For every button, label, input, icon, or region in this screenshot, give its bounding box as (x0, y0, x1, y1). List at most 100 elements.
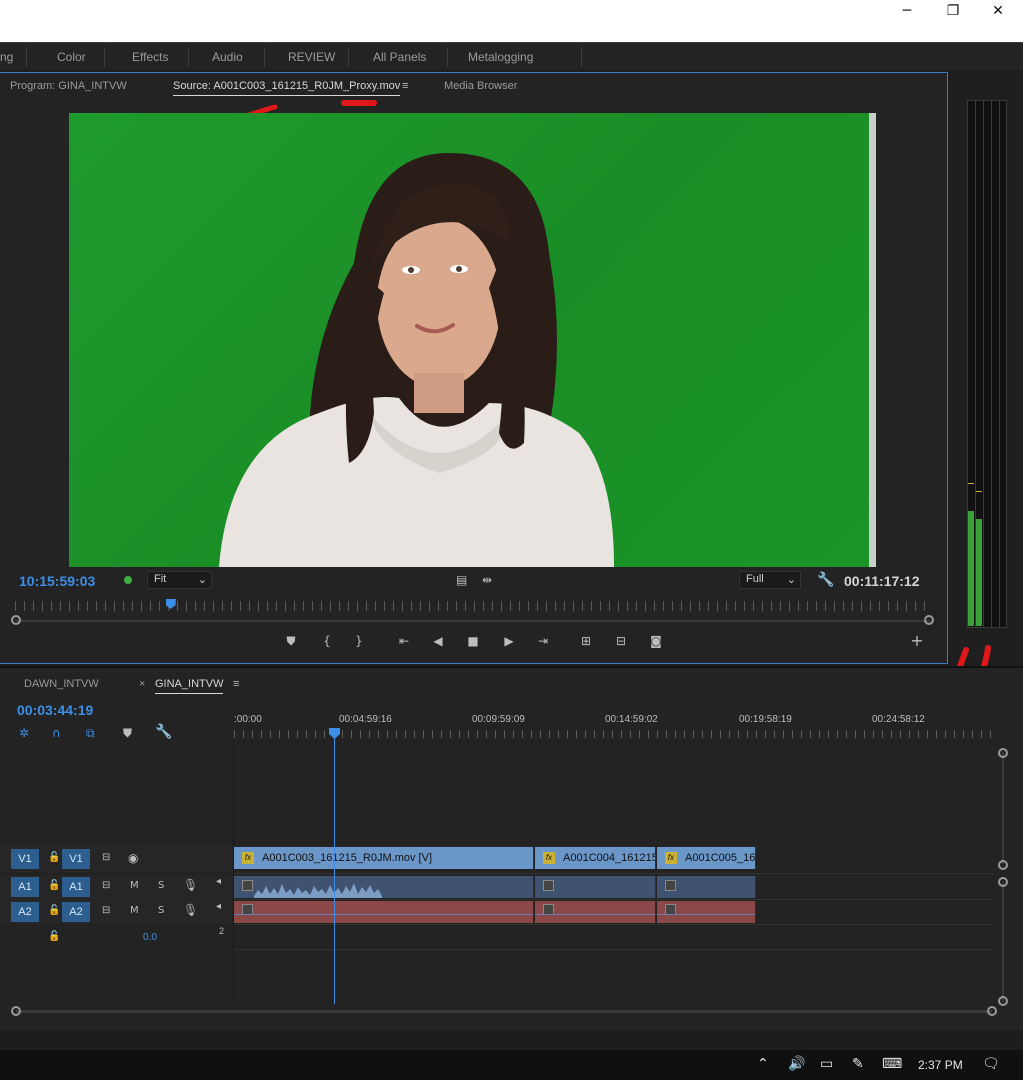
snap-magnet-icon[interactable]: ∩ (52, 726, 61, 740)
sync-lock-icon[interactable]: ⊟ (102, 852, 110, 863)
workspace-color[interactable]: Color (57, 50, 86, 64)
workspace-editing[interactable]: ng (0, 50, 13, 64)
timeline-timecode[interactable]: 00:03:44:19 (17, 702, 93, 718)
panel-menu-icon[interactable]: ≡ (402, 80, 408, 92)
master-volume-value[interactable]: 0.0 (143, 932, 157, 943)
step-forward-icon[interactable]: ▶ (500, 632, 518, 650)
scroll-handle[interactable] (998, 748, 1008, 758)
close-tab-icon[interactable]: × (139, 678, 145, 690)
export-frame-icon[interactable]: ◙ (647, 632, 665, 650)
go-to-in-icon[interactable]: ⇤ (395, 632, 413, 650)
audio-tracks-scrollbar[interactable] (1002, 882, 1004, 1002)
source-playhead-timecode[interactable]: 10:15:59:03 (19, 573, 95, 589)
resolution-select[interactable]: Full ⌄ (739, 571, 801, 589)
mark-out-icon[interactable]: } (350, 632, 368, 650)
lock-icon[interactable]: 🔓 (48, 880, 60, 891)
scroll-handle-left[interactable] (11, 1006, 21, 1016)
collapse-arrow-icon[interactable]: ◂ (216, 876, 221, 887)
scroll-handle-left[interactable] (11, 615, 21, 625)
audio-meter-panel (950, 72, 1023, 681)
pen-icon[interactable]: ✎ (852, 1056, 864, 1072)
drag-handle-icon[interactable]: ⇹ (482, 573, 492, 587)
volume-rubberband[interactable] (234, 914, 533, 915)
workspace-metalogging[interactable]: Metalogging (468, 50, 533, 64)
volume-rubberband[interactable] (657, 914, 755, 915)
workspace-review[interactable]: REVIEW (288, 50, 335, 64)
close-button[interactable]: ✕ (975, 0, 1021, 22)
chevron-up-icon[interactable]: ⌃ (757, 1056, 769, 1072)
nest-icon[interactable]: ✲ (19, 726, 29, 740)
source-patch-v1[interactable]: V1 (11, 849, 39, 869)
lock-icon[interactable]: 🔓 (48, 931, 60, 942)
video-clip[interactable]: fx A001C003_161215_R0JM.mov [V] (234, 847, 534, 869)
workspace-audio[interactable]: Audio (212, 50, 243, 64)
video-clip[interactable]: fx A001C004_161215 (535, 847, 656, 869)
settings-frame-icon[interactable]: ▤ (456, 573, 467, 587)
step-back-icon[interactable]: ◀ (429, 632, 447, 650)
tab-source[interactable]: Source: A001C003_161215_R0JM_Proxy.mov (173, 80, 401, 96)
stop-icon[interactable]: ■ (464, 632, 482, 650)
track-target-a2[interactable]: A2 (62, 902, 90, 922)
track-target-v1[interactable]: V1 (62, 849, 90, 869)
scroll-handle[interactable] (998, 860, 1008, 870)
sync-lock-icon[interactable]: ⊟ (102, 880, 110, 891)
sync-lock-icon[interactable]: ⊟ (102, 905, 110, 916)
tab-dawn-intvw[interactable]: DAWN_INTVW (24, 678, 99, 690)
tab-gina-intvw[interactable]: GINA_INTVW (155, 678, 224, 694)
mute-button[interactable]: M (130, 905, 139, 916)
keyboard-icon[interactable]: ⌨ (882, 1056, 902, 1072)
source-patch-a2[interactable]: A2 (11, 902, 39, 922)
eye-icon[interactable]: ◉ (128, 851, 138, 865)
microphone-icon[interactable]: 🎙 (183, 903, 198, 917)
add-marker-icon[interactable]: ⛊ (282, 632, 300, 650)
notifications-icon[interactable]: 🗨 (982, 1056, 1000, 1072)
audio-clip-a1[interactable] (535, 876, 656, 898)
microphone-icon[interactable]: 🎙 (183, 878, 198, 892)
source-patch-a1[interactable]: A1 (11, 877, 39, 897)
timeline-zoom-scrollbar[interactable] (16, 1010, 992, 1013)
wrench-icon[interactable]: 🔧 (155, 724, 172, 740)
solo-button[interactable]: S (158, 880, 164, 891)
mark-in-icon[interactable]: { (318, 632, 336, 650)
track-target-a1[interactable]: A1 (62, 877, 90, 897)
workspace-effects[interactable]: Effects (132, 50, 168, 64)
tab-media-browser[interactable]: Media Browser (444, 80, 517, 92)
volume-icon[interactable]: 🔊 (788, 1056, 805, 1072)
timeline-ruler[interactable] (234, 730, 994, 738)
audio-clip-a2[interactable] (234, 901, 534, 923)
zoom-scrollbar[interactable] (15, 620, 931, 622)
mute-button[interactable]: M (130, 880, 139, 891)
audio-clip-a2[interactable] (657, 901, 756, 923)
add-button-icon[interactable]: + (908, 632, 926, 650)
scroll-handle[interactable] (998, 996, 1008, 1006)
audio-clip-a1[interactable] (657, 876, 756, 898)
overwrite-icon[interactable]: ⊟ (612, 632, 630, 650)
scroll-handle-right[interactable] (924, 615, 934, 625)
linked-selection-icon[interactable]: ⧉ (86, 726, 95, 741)
audio-clip-a1[interactable] (234, 876, 534, 898)
volume-rubberband[interactable] (535, 914, 655, 915)
source-time-ruler[interactable] (15, 601, 931, 611)
wrench-icon[interactable]: 🔧 (817, 572, 834, 588)
collapse-arrow-icon[interactable]: ◂ (216, 901, 221, 912)
audio-clip-a2[interactable] (535, 901, 656, 923)
workspace-all-panels[interactable]: All Panels (373, 50, 426, 64)
solo-button[interactable]: S (158, 905, 164, 916)
restore-button[interactable]: ❐ (930, 0, 976, 22)
scroll-handle-right[interactable] (987, 1006, 997, 1016)
minimize-button[interactable]: ─ (884, 0, 930, 22)
video-frame[interactable] (69, 113, 876, 567)
video-clip[interactable]: fx A001C005_161 (657, 847, 756, 869)
zoom-select[interactable]: Fit ⌄ (147, 571, 212, 589)
lock-icon[interactable]: 🔓 (48, 852, 60, 863)
clock[interactable]: 2:37 PM (918, 1058, 963, 1072)
insert-icon[interactable]: ⊞ (577, 632, 595, 650)
scroll-handle[interactable] (998, 877, 1008, 887)
network-icon[interactable]: ▭ (820, 1056, 833, 1072)
tab-program[interactable]: Program: GINA_INTVW (10, 80, 127, 92)
video-tracks-scrollbar[interactable] (1002, 752, 1004, 864)
panel-menu-icon[interactable]: ≡ (233, 678, 239, 690)
lock-icon[interactable]: 🔓 (48, 905, 60, 916)
go-to-out-icon[interactable]: ⇥ (534, 632, 552, 650)
add-marker-icon[interactable]: ⛊ (123, 726, 132, 741)
